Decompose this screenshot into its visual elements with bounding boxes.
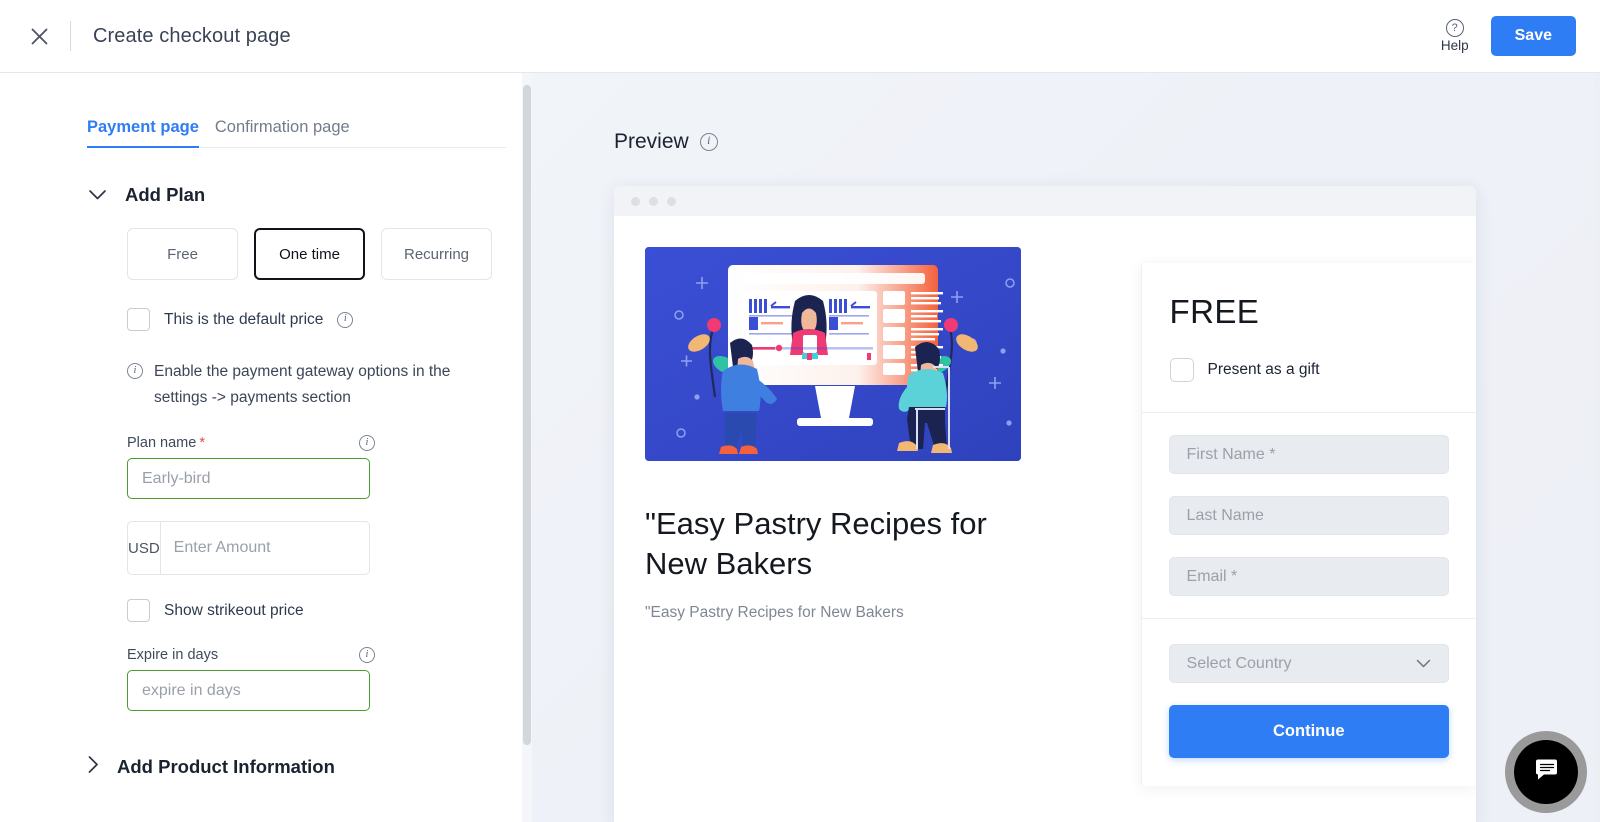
strikeout-price-row: Show strikeout price <box>127 599 522 623</box>
strikeout-price-checkbox[interactable] <box>127 599 150 623</box>
add-plan-title: Add Plan <box>125 184 206 205</box>
preview-scrollbar[interactable] <box>1595 73 1600 822</box>
first-name-field[interactable] <box>1168 435 1449 474</box>
present-as-gift-label: Present as a gift <box>1207 361 1320 378</box>
plan-type-group: Free One time Recurring <box>127 228 522 280</box>
checkout-footer: Select Country Continue <box>1142 619 1476 758</box>
last-name-field[interactable] <box>1168 496 1449 535</box>
chat-bubble-icon <box>1533 756 1560 788</box>
preview-header: Preview i <box>614 130 1600 154</box>
currency-label[interactable]: USD <box>128 522 161 575</box>
default-price-checkbox[interactable] <box>127 308 150 331</box>
chevron-right-icon <box>87 755 99 779</box>
present-as-gift-row: Present as a gift <box>1169 358 1448 382</box>
settings-panel: Payment page Confirmation page Add Plan … <box>0 73 522 822</box>
default-price-label: This is the default price <box>164 310 324 328</box>
chat-widget-inner <box>1514 740 1578 804</box>
checkout-price-section: FREE Present as a gift <box>1141 263 1476 413</box>
header-divider <box>70 21 71 51</box>
default-price-row: This is the default price i <box>127 308 522 331</box>
country-select[interactable]: Select Country <box>1168 644 1449 683</box>
browser-dot-green <box>667 196 676 206</box>
plan-type-one-time[interactable]: One time <box>254 228 365 280</box>
browser-content: "Easy Pastry Recipes for New Bakers "Eas… <box>614 216 1476 822</box>
chat-widget-button[interactable] <box>1505 731 1587 813</box>
top-bar-actions: ? Help Save <box>1441 16 1576 56</box>
product-subtitle: "Easy Pastry Recipes for New Bakers <box>645 604 904 622</box>
page-title: Create checkout page <box>93 24 291 47</box>
info-icon[interactable]: i <box>699 133 718 151</box>
strikeout-price-label: Show strikeout price <box>164 601 304 619</box>
gateway-hint-text: Enable the payment gateway options in th… <box>154 363 451 406</box>
continue-button[interactable]: Continue <box>1168 705 1449 758</box>
amount-row: USD <box>127 521 370 576</box>
tab-confirmation-page[interactable]: Confirmation page <box>215 118 350 148</box>
expire-in-days-input[interactable] <box>127 670 370 712</box>
country-select-value: Select Country <box>1186 654 1292 672</box>
product-illustration <box>645 247 1021 461</box>
add-plan-section-header[interactable]: Add Plan <box>87 184 522 206</box>
chevron-down-icon <box>87 189 107 201</box>
panel-tabs: Payment page Confirmation page <box>87 117 506 148</box>
info-icon[interactable]: i <box>359 647 375 664</box>
save-button[interactable]: Save <box>1490 16 1576 56</box>
checkout-fields <box>1141 413 1476 619</box>
info-icon: i <box>127 363 143 379</box>
add-product-information-header[interactable]: Add Product Information <box>87 755 522 779</box>
plan-name-label-row: Plan name * i <box>127 435 375 452</box>
browser-title-bar <box>614 186 1476 216</box>
product-title: "Easy Pastry Recipes for New Bakers <box>645 506 987 581</box>
help-button[interactable]: ? Help <box>1441 19 1469 53</box>
required-marker: * <box>199 435 205 452</box>
info-icon[interactable]: i <box>359 435 375 452</box>
help-label: Help <box>1440 38 1469 53</box>
close-button[interactable] <box>24 21 54 51</box>
top-bar: Create checkout page ? Help Save <box>0 0 1600 73</box>
sidebar-scrollbar-thumb[interactable] <box>523 85 531 745</box>
close-icon <box>31 28 48 45</box>
checkout-card: FREE Present as a gift Select Country <box>1140 263 1476 786</box>
browser-dot-yellow <box>649 196 658 206</box>
expire-in-days-label: Expire in days <box>127 647 219 664</box>
preview-heading: Preview <box>614 130 689 153</box>
add-product-information-title: Add Product Information <box>117 756 335 778</box>
present-as-gift-checkbox[interactable] <box>1169 358 1194 382</box>
plan-name-input[interactable] <box>127 458 370 500</box>
email-field[interactable] <box>1168 557 1449 596</box>
question-mark-icon: ? <box>1445 19 1464 37</box>
preview-browser-card: "Easy Pastry Recipes for New Bakers "Eas… <box>614 186 1476 822</box>
plan-name-label: Plan name <box>127 435 197 452</box>
amount-input[interactable] <box>160 522 369 575</box>
checkout-price: FREE <box>1169 293 1260 330</box>
browser-dot-red <box>631 196 640 206</box>
tab-payment-page[interactable]: Payment page <box>87 118 199 148</box>
gateway-hint: i Enable the payment gateway options in … <box>127 359 477 410</box>
product-column: "Easy Pastry Recipes for New Bakers "Eas… <box>614 216 1111 822</box>
chevron-down-icon <box>1416 655 1431 673</box>
plan-type-free[interactable]: Free <box>127 228 238 280</box>
info-icon[interactable]: i <box>337 311 354 328</box>
expire-label-row: Expire in days i <box>127 647 375 664</box>
plan-type-recurring[interactable]: Recurring <box>381 228 492 280</box>
preview-area: Preview i "Easy Pastry Recipes for New B… <box>532 73 1600 822</box>
